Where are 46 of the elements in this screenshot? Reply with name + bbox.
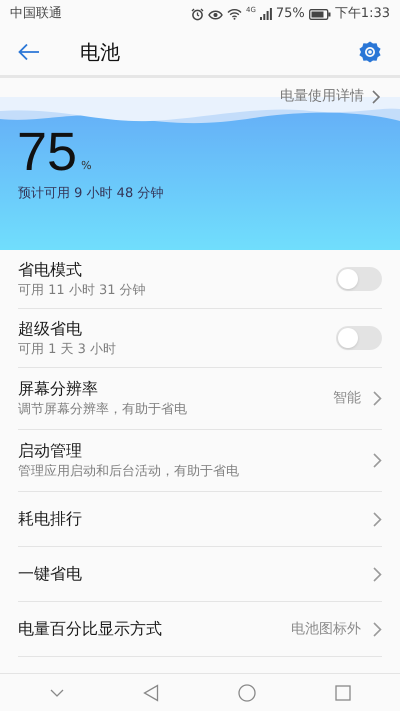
setting-value: 电池图标外 xyxy=(291,620,361,638)
setting-subtitle: 管理应用启动和后台活动，有助于省电 xyxy=(18,464,239,480)
setting-subtitle: 可用 1 天 3 小时 xyxy=(18,342,116,358)
chevron-right-icon xyxy=(373,512,382,526)
usage-details-link[interactable]: 电量使用详情 xyxy=(280,86,380,107)
setting-row[interactable]: 启动管理 管理应用启动和后台活动，有助于省电 xyxy=(18,430,382,492)
back-nav-button[interactable] xyxy=(142,684,158,702)
battery-icon xyxy=(308,8,331,20)
chevron-right-icon xyxy=(373,566,382,582)
chevron-right-icon xyxy=(373,622,382,636)
signal-icon xyxy=(260,8,272,20)
recents-nav-button[interactable] xyxy=(334,684,350,700)
setting-title: 启动管理 xyxy=(18,441,83,461)
setting-title: 耗电排行 xyxy=(18,509,82,529)
setting-title: 超级省电 xyxy=(18,318,83,338)
toggle-switch[interactable] xyxy=(336,267,382,291)
settings-button[interactable] xyxy=(358,40,382,64)
carrier-name: 中国联通 xyxy=(10,5,62,24)
home-nav-button[interactable] xyxy=(238,684,256,702)
setting-title: 屏幕分辨率 xyxy=(18,379,99,399)
setting-subtitle: 可用 11 小时 31 分钟 xyxy=(18,282,146,298)
setting-value: 智能 xyxy=(333,389,361,408)
battery-percent: 75% xyxy=(276,5,305,24)
wifi-icon xyxy=(227,8,242,20)
setting-subtitle: 调节屏幕分辨率，有助于省电 xyxy=(18,402,187,418)
setting-row[interactable]: 耗电排行 xyxy=(18,492,382,547)
chevron-right-icon xyxy=(372,90,380,104)
setting-row[interactable]: 电量百分比显示方式 电池图标外 xyxy=(18,602,382,657)
eye-icon xyxy=(208,8,223,20)
setting-row[interactable]: 省电模式 可用 11 小时 31 分钟 xyxy=(18,250,382,309)
setting-row[interactable]: 超级省电 可用 1 天 3 小时 xyxy=(18,309,382,368)
battery-level: 75 xyxy=(17,129,78,175)
alarm-icon xyxy=(191,8,204,20)
page-title: 电池 xyxy=(80,38,120,66)
percent-sign: % xyxy=(81,158,92,174)
setting-title: 一键省电 xyxy=(18,564,82,584)
hide-nav-button[interactable] xyxy=(50,688,64,696)
setting-row[interactable]: 屏幕分辨率 调节屏幕分辨率，有助于省电 智能 xyxy=(18,368,382,430)
chevron-right-icon xyxy=(373,453,382,468)
toggle-switch[interactable] xyxy=(336,326,382,350)
chevron-right-icon xyxy=(373,391,382,406)
estimated-time: 预计可用 9 小时 48 分钟 xyxy=(17,185,164,203)
setting-title: 省电模式 xyxy=(18,260,83,280)
setting-title: 电量百分比显示方式 xyxy=(18,619,162,639)
clock-time: 下午1:33 xyxy=(334,5,390,24)
setting-row[interactable]: 一键省电 xyxy=(18,547,382,602)
